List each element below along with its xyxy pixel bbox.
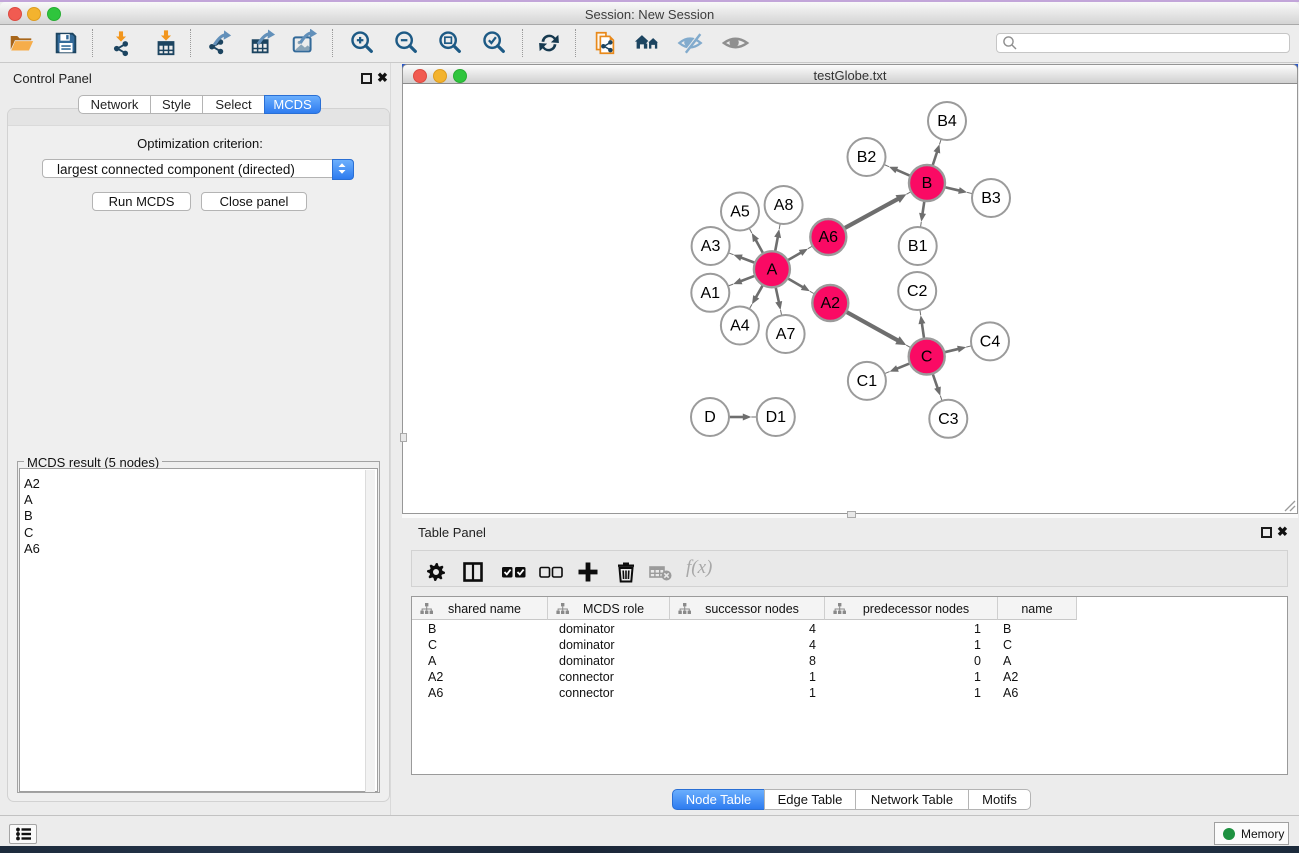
svg-text:A8: A8 xyxy=(774,197,794,214)
svg-text:C3: C3 xyxy=(938,411,959,428)
svg-text:B3: B3 xyxy=(981,190,1001,207)
svg-text:A3: A3 xyxy=(701,238,721,255)
svg-text:B2: B2 xyxy=(857,149,877,166)
svg-text:A4: A4 xyxy=(730,318,750,335)
svg-text:D: D xyxy=(704,409,716,426)
svg-text:C: C xyxy=(921,349,933,366)
svg-text:C1: C1 xyxy=(857,373,878,390)
svg-text:A1: A1 xyxy=(701,285,721,302)
svg-text:A: A xyxy=(767,262,778,279)
svg-text:A5: A5 xyxy=(730,204,750,221)
svg-text:B: B xyxy=(922,175,933,192)
svg-text:C2: C2 xyxy=(907,283,928,300)
svg-text:B4: B4 xyxy=(937,113,957,130)
svg-text:C4: C4 xyxy=(980,334,1001,351)
svg-text:A2: A2 xyxy=(821,295,841,312)
svg-text:A6: A6 xyxy=(819,229,839,246)
svg-text:B1: B1 xyxy=(908,238,928,255)
svg-text:A7: A7 xyxy=(776,326,796,343)
svg-text:D1: D1 xyxy=(766,409,787,426)
